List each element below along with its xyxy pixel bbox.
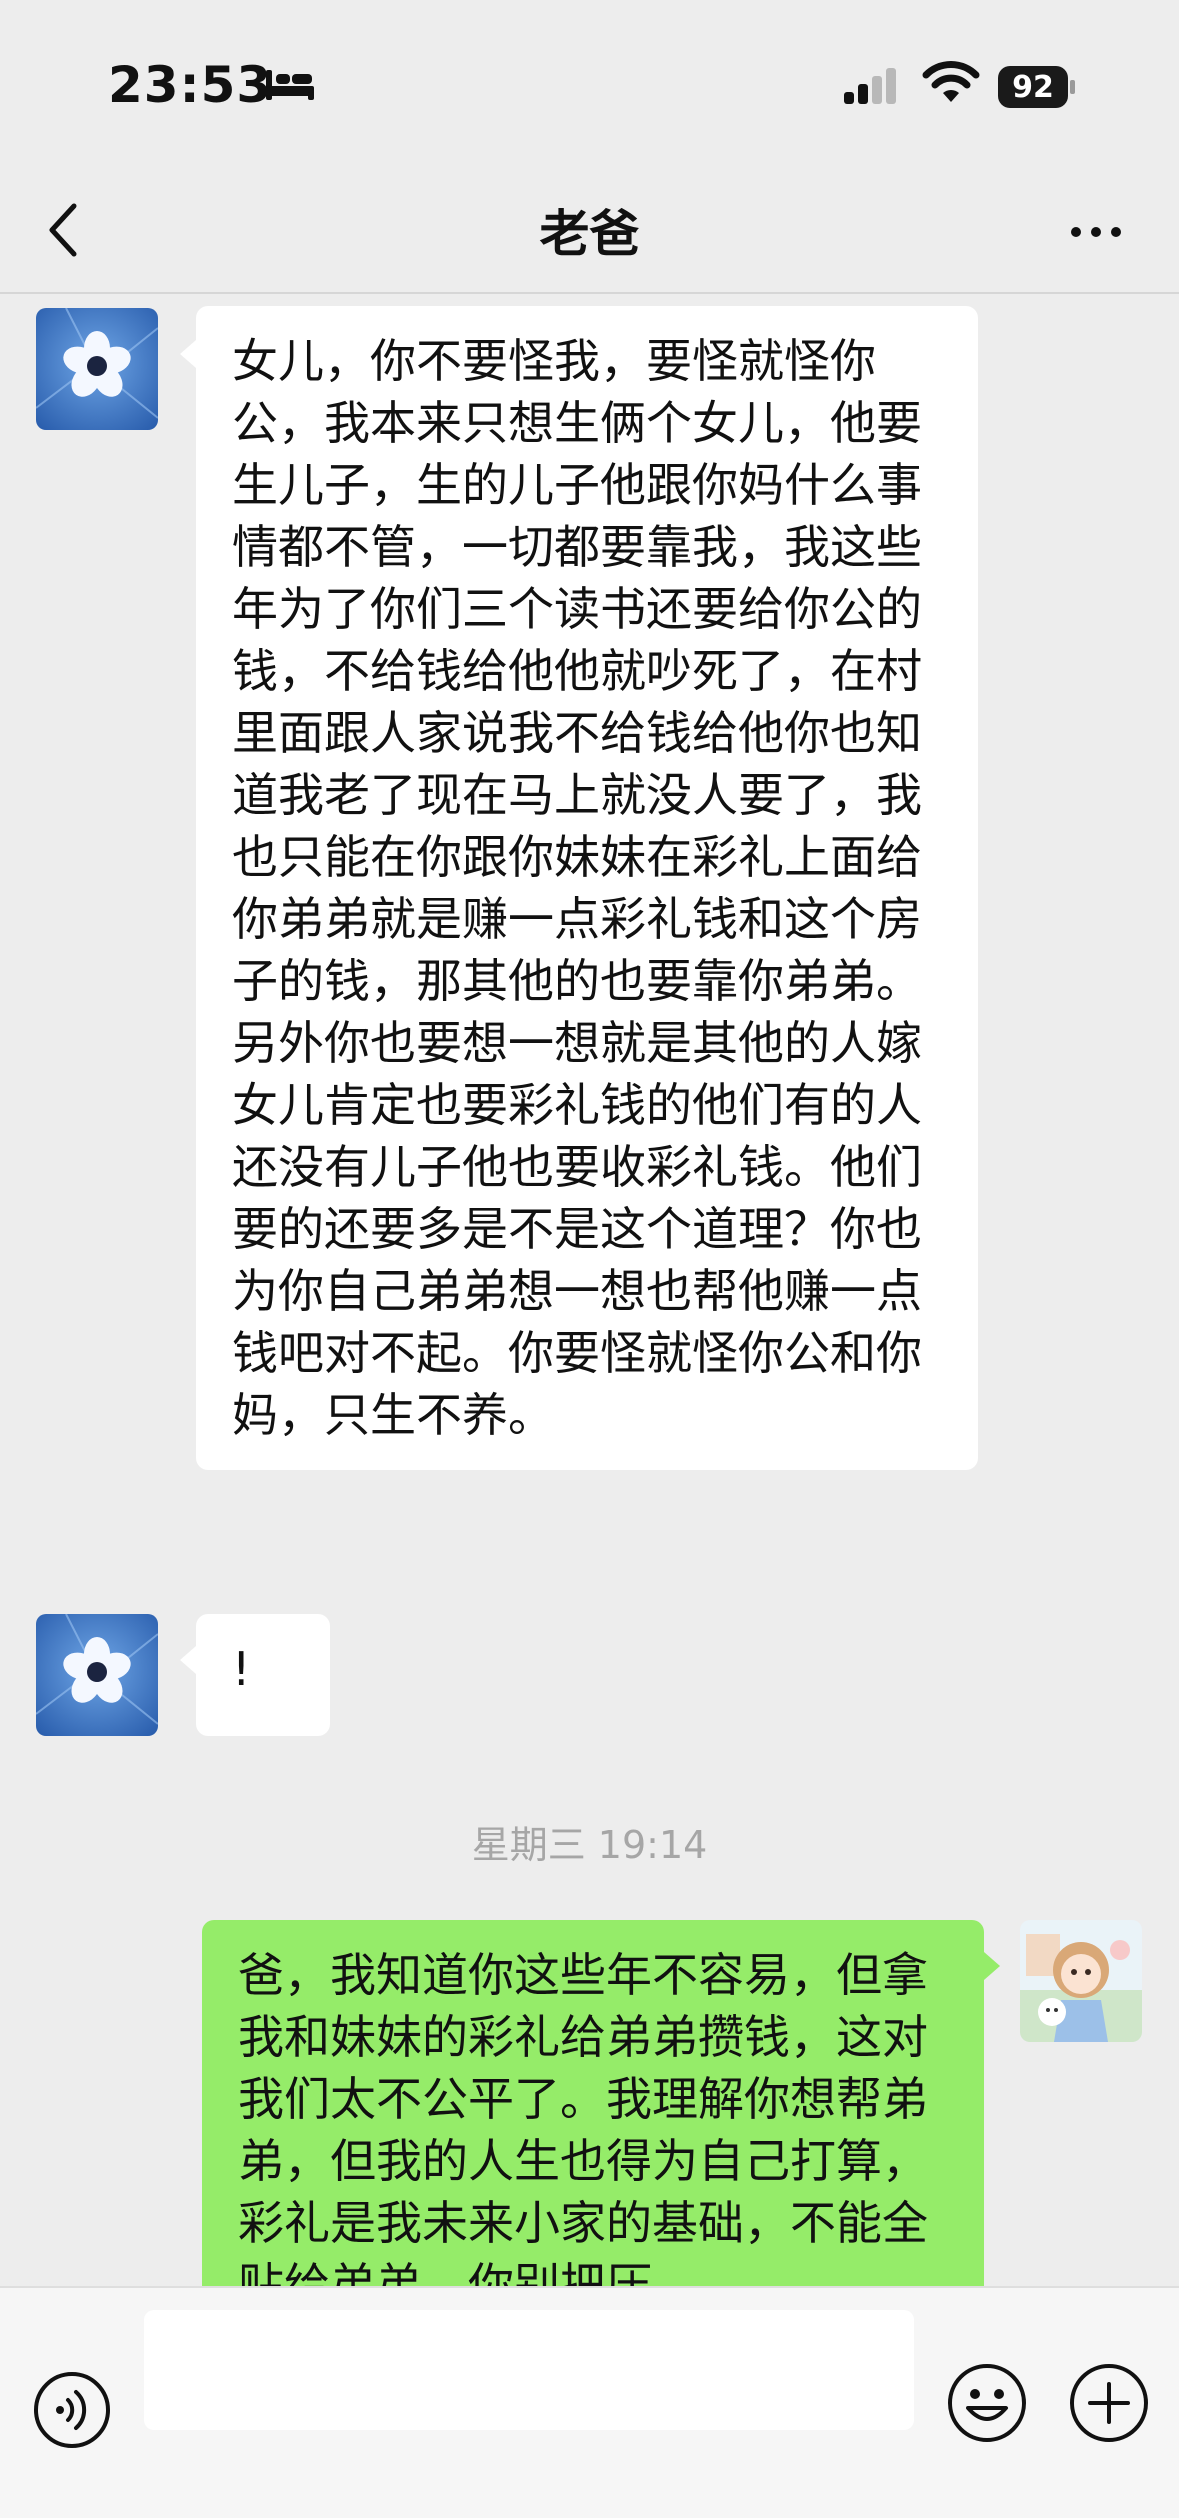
status-time: 23:53 [108,56,273,114]
chat-header: 老爸 [0,170,1179,294]
wifi-icon [922,61,980,102]
flower-avatar [36,1614,158,1736]
voice-icon[interactable] [30,2368,114,2452]
battery-level: 92 [998,66,1068,108]
contact-avatar[interactable] [36,308,158,430]
message-input[interactable] [144,2310,914,2430]
message-text: 女儿，你不要怪我，要怪就怪你公，我本来只想生俩个女儿，他要生儿子，生的儿子他跟你… [232,334,922,1442]
timestamp: 星期三 19:14 [471,1823,708,1867]
flower-avatar [36,308,158,430]
message-text: 爸，我知道你这些年不容易，但拿我和妹妹的彩礼给弟弟攒钱，这对我们太不公平了。我理… [238,1948,928,2286]
signal-icon [844,68,896,104]
my-avatar[interactable] [1020,1920,1142,2042]
contact-avatar[interactable] [36,1614,158,1736]
status-bar: 23:53 92 [0,0,1179,170]
bed-icon [266,70,314,100]
chat-title: 老爸 [539,205,640,263]
input-bar [0,2286,1179,2518]
plus-icon[interactable] [1066,2360,1152,2446]
more-icon[interactable] [1066,212,1126,252]
message-bubble-incoming[interactable]: ! [196,1614,330,1736]
battery-indicator: 92 [998,66,1075,108]
message-bubble-outgoing[interactable]: 爸，我知道你这些年不容易，但拿我和妹妹的彩礼给弟弟攒钱，这对我们太不公平了。我理… [202,1920,984,2286]
message-text: ! [232,1642,251,1696]
message-bubble-incoming[interactable]: 女儿，你不要怪我，要怪就怪你公，我本来只想生俩个女儿，他要生儿子，生的儿子他跟你… [196,306,978,1470]
emoji-icon[interactable] [944,2360,1030,2446]
anime-girl-avatar [1020,1920,1142,2042]
message-list[interactable]: 女儿，你不要怪我，要怪就怪你公，我本来只想生俩个女儿，他要生儿子，生的儿子他跟你… [0,294,1179,2286]
